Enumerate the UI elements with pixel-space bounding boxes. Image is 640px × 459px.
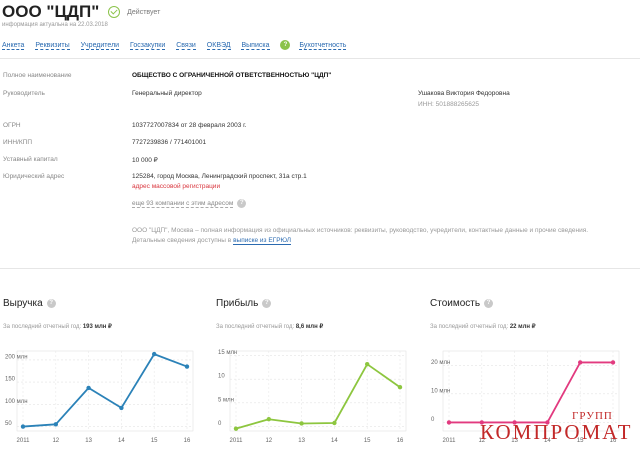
same-address-link[interactable]: еще 93 компании с этим адресом xyxy=(132,200,234,209)
x-tick-label: 12 xyxy=(265,438,272,444)
y-tick-label: 150 xyxy=(5,377,16,383)
data-point xyxy=(184,364,190,369)
profit-subtitle: За последний отчетный год: 8,6 млн ₽ xyxy=(216,324,324,330)
tab-bar: Анкета Реквизиты Учредители Госзакупки С… xyxy=(2,40,355,50)
divider xyxy=(0,58,640,59)
question-icon[interactable]: ? xyxy=(46,299,56,309)
x-tick-label: 13 xyxy=(85,438,92,444)
value-title: Стоимость xyxy=(430,298,481,310)
question-icon[interactable]: ? xyxy=(262,299,272,309)
update-date: информация актуальна на 22.03.2018 xyxy=(2,22,108,28)
help-badge[interactable]: ? xyxy=(280,40,291,50)
tab-founders[interactable]: Учредители xyxy=(80,41,120,50)
x-tick-label: 16 xyxy=(397,438,404,444)
tab-connections[interactable]: Связи xyxy=(176,41,196,50)
tab-procurement[interactable]: Госзакупки xyxy=(130,41,166,50)
status-badge: Действует xyxy=(127,8,161,16)
x-tick-label: 2011 xyxy=(443,438,457,444)
y-tick-label: 0 xyxy=(218,421,222,427)
data-point xyxy=(233,426,239,431)
full-name-label: Полное наименование xyxy=(3,72,72,79)
head-label: Руководитель xyxy=(3,90,45,97)
revenue-subtitle: За последний отчетный год: 193 млн ₽ xyxy=(3,324,112,330)
data-point xyxy=(610,360,616,365)
x-tick-label: 2011 xyxy=(17,438,31,444)
data-point xyxy=(20,424,26,429)
data-point xyxy=(86,385,91,391)
tab-anketa[interactable]: Анкета xyxy=(2,41,25,50)
y-tick-label: 0 xyxy=(431,417,435,423)
x-tick-label: 15 xyxy=(364,438,371,444)
capital-label: Уставный капитал xyxy=(3,156,58,163)
value-subtitle: За последний отчетный год: 22 млн ₽ xyxy=(430,324,536,330)
company-header: ООО "ЦДП" Действует xyxy=(2,2,160,22)
data-point xyxy=(119,405,124,411)
x-tick-label: 13 xyxy=(298,438,305,444)
revenue-title: Выручка xyxy=(3,298,43,310)
data-point xyxy=(53,422,58,427)
y-tick-label: 5 млн xyxy=(218,397,234,403)
data-point xyxy=(299,421,304,426)
info-note: ООО "ЦДП", Москва – полная информация из… xyxy=(132,226,622,246)
x-tick-label: 14 xyxy=(331,438,338,444)
value-value: 22 млн ₽ xyxy=(509,324,536,330)
profit-value: 8,6 млн ₽ xyxy=(295,324,324,330)
capital-value: 10 000 ₽ xyxy=(132,157,158,164)
innkpp-value: 7727239836 / 771401001 xyxy=(132,139,207,146)
data-point xyxy=(397,385,403,390)
tab-okved[interactable]: ОКВЭД xyxy=(206,41,231,50)
x-tick-label: 12 xyxy=(52,438,59,444)
address-value: 125284, город Москва, Ленинградский прос… xyxy=(132,173,307,180)
company-title: ООО "ЦДП" xyxy=(2,2,100,21)
ogrn-label: ОГРН xyxy=(3,122,21,129)
y-tick-label: 10 млн xyxy=(431,388,450,394)
profit-chart: 0 5 млн 10 15 млн 2011 12 13 14 15 16 xyxy=(218,350,407,444)
x-tick-label: 15 xyxy=(151,438,158,444)
tab-accounting[interactable]: Бухотчетность xyxy=(299,41,347,50)
y-tick-label: 200 млн xyxy=(5,354,28,360)
mass-registration-warning: адрес массовой регистрации xyxy=(132,183,221,190)
revenue-value: 193 млн ₽ xyxy=(82,324,112,330)
revenue-chart: 50 100 млн 150 200 млн 2011 12 13 14 15 16 xyxy=(5,350,194,444)
head-inn: ИНН: 501888265625 xyxy=(418,101,480,108)
divider xyxy=(0,268,640,269)
note-text: ООО "ЦДП", Москва – полная информация из… xyxy=(132,227,589,244)
full-name-value: ОБЩЕСТВО С ОГРАНИЧЕННОЙ ОТВЕТСТВЕННОСТЬЮ… xyxy=(132,72,332,79)
data-point xyxy=(365,361,370,367)
data-point xyxy=(266,417,271,422)
data-point xyxy=(332,420,337,426)
check-circle-icon xyxy=(107,6,120,18)
y-tick-label: 100 млн xyxy=(5,399,28,405)
y-tick-label: 10 xyxy=(218,374,225,380)
y-tick-label: 50 xyxy=(5,421,12,427)
watermark-logo: ГРУПП КОМПРОМАТ xyxy=(480,410,638,450)
address-label: Юридический адрес xyxy=(3,173,65,180)
ogrn-value: 1037727007834 от 28 февраля 2003 г. xyxy=(132,122,247,129)
tab-requisites[interactable]: Реквизиты xyxy=(35,41,70,50)
x-tick-label: 2011 xyxy=(230,438,244,444)
egrul-extract-link[interactable]: выписке из ЕГРЮЛ xyxy=(233,237,292,245)
y-tick-label: 20 млн xyxy=(431,360,450,366)
plot-area xyxy=(16,350,194,432)
profit-title: Прибыль xyxy=(216,298,259,310)
head-name[interactable]: Ушакова Виктория Федоровна xyxy=(418,90,510,97)
head-position: Генеральный директор xyxy=(132,90,202,97)
question-icon[interactable]: ? xyxy=(237,199,247,208)
data-point xyxy=(578,360,583,365)
data-point xyxy=(446,420,452,425)
watermark-main: КОМПРОМАТ xyxy=(480,420,633,444)
question-icon[interactable]: ? xyxy=(484,299,494,309)
x-tick-label: 16 xyxy=(184,438,191,444)
address-more: еще 93 компании с этим адресом? xyxy=(132,199,247,209)
data-point xyxy=(152,351,157,357)
innkpp-label: ИНН/КПП xyxy=(3,139,32,146)
plot-area xyxy=(229,350,407,432)
tab-extract[interactable]: Выписка xyxy=(241,41,270,50)
finance-value: Стоимость? За последний отчетный год: 22… xyxy=(430,295,630,330)
finance-profit: Прибыль? За последний отчетный год: 8,6 … xyxy=(216,295,416,330)
y-tick-label: 15 млн xyxy=(218,350,237,356)
finance-revenue: Выручка? За последний отчетный год: 193 … xyxy=(3,295,203,330)
x-tick-label: 14 xyxy=(118,438,125,444)
